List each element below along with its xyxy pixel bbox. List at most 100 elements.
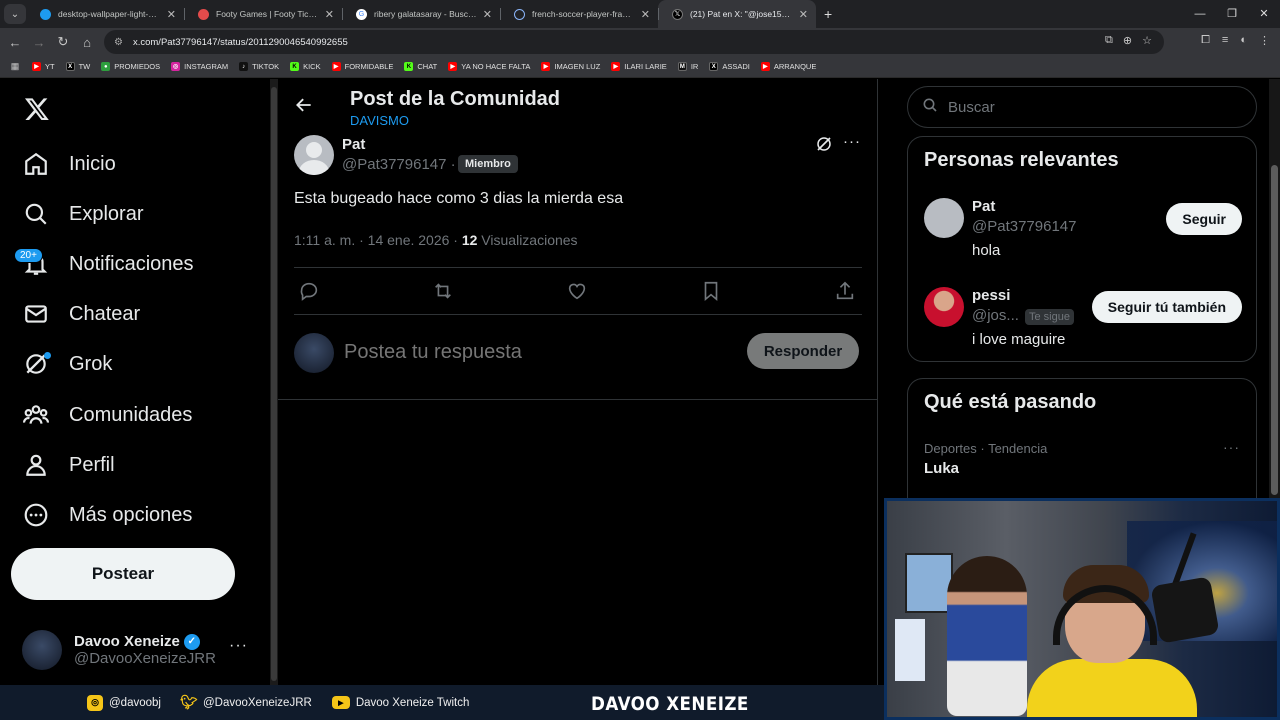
more-options-icon[interactable]: ··· xyxy=(1223,439,1240,455)
tab-title: (21) Pat en X: "@jose154708 Es xyxy=(690,9,793,19)
person-bio: hola xyxy=(972,242,1001,259)
bookmark-item[interactable]: ♪ TIKTOK xyxy=(239,62,279,71)
framed-jersey xyxy=(895,619,925,681)
extensions-icon[interactable]: ⧠ xyxy=(1201,34,1210,47)
post-button[interactable]: Postear xyxy=(11,548,235,600)
share-icon[interactable] xyxy=(834,280,856,302)
bookmark-item[interactable]: ▶ YT xyxy=(32,62,55,71)
reload-icon[interactable]: ↻ xyxy=(51,34,75,50)
account-switcher[interactable]: Davoo Xeneize ✓ @DavooXeneizeJRR ··· xyxy=(22,625,262,675)
nav-label: Grok xyxy=(69,352,113,375)
post-author-handle[interactable]: @Pat37796147 · xyxy=(342,156,456,173)
close-tab-icon[interactable]: ✕ xyxy=(799,8,808,21)
bookmark-item[interactable]: ▶ ARRANQUE xyxy=(760,62,816,71)
install-icon[interactable]: ⧉ xyxy=(1105,34,1113,47)
profile-icon[interactable]: ◐ xyxy=(1240,34,1247,47)
search-box[interactable] xyxy=(907,86,1257,128)
community-link[interactable]: DAVISMO xyxy=(350,113,409,128)
nav-item-perfil[interactable]: Perfil xyxy=(22,445,115,485)
x-logo-icon[interactable] xyxy=(24,96,50,122)
reply-input[interactable] xyxy=(344,341,724,364)
left-scrollbar[interactable] xyxy=(270,79,278,685)
bookmark-label: ILARI LARIE xyxy=(624,62,667,71)
bookmark-label: TW xyxy=(78,62,91,71)
forward-icon[interactable]: → xyxy=(27,35,51,50)
bookmark-star-icon[interactable]: ☆ xyxy=(1142,34,1152,47)
nav-item-grok[interactable]: Grok xyxy=(22,344,112,384)
bookmark-item[interactable]: K CHAT xyxy=(404,62,437,71)
bookmark-label: INSTAGRAM xyxy=(184,62,229,71)
relevant-person[interactable]: Pat @Pat37796147 hola Seguir xyxy=(924,198,1242,259)
microphone xyxy=(1150,576,1220,644)
browser-tab-active[interactable]: 𝕏 (21) Pat en X: "@jose154708 Es ✕ xyxy=(658,0,816,28)
follow-back-button[interactable]: Seguir tú también xyxy=(1091,291,1242,323)
close-tab-icon[interactable]: ✕ xyxy=(641,8,650,21)
nav-item-inicio[interactable]: Inicio xyxy=(22,144,116,184)
search-input[interactable] xyxy=(948,98,1228,116)
home-icon xyxy=(22,150,50,178)
home-icon[interactable]: ⌂ xyxy=(75,35,99,50)
zoom-icon[interactable]: ⊕ xyxy=(1123,34,1132,47)
relevant-people-card: Personas relevantes Pat @Pat37796147 hol… xyxy=(907,136,1257,362)
trend-name[interactable]: Luka xyxy=(924,460,959,477)
bookmark-item[interactable]: ▶ FORMIDABLE xyxy=(331,62,393,71)
url-field[interactable]: ⚙ x.com/Pat37796147/status/2011290046540… xyxy=(104,30,1164,54)
menu-icon[interactable]: ⋮ xyxy=(1259,34,1270,47)
back-arrow-icon[interactable] xyxy=(294,95,314,121)
bookmark-item[interactable]: X TW xyxy=(65,62,91,71)
reply-icon[interactable] xyxy=(298,280,320,302)
views-label: Visualizaciones xyxy=(477,232,578,248)
close-tab-icon[interactable]: ✕ xyxy=(325,8,334,21)
media-icon[interactable]: ≡ xyxy=(1222,34,1228,47)
bookmark-item[interactable]: ● PROMIEDOS xyxy=(101,62,160,71)
minimize-icon[interactable]: — xyxy=(1184,0,1216,28)
apps-grid-icon[interactable]: ▦ xyxy=(8,61,22,72)
new-tab-icon[interactable]: + xyxy=(824,6,832,22)
bookmark-item[interactable]: ◎ INSTAGRAM xyxy=(171,62,228,71)
nav-label: Notificaciones xyxy=(69,252,194,275)
post-timestamp[interactable]: 1:11 a. m. · 14 ene. 2026 · xyxy=(294,232,462,248)
close-tab-icon[interactable]: ✕ xyxy=(483,8,492,21)
close-window-icon[interactable]: ✕ xyxy=(1248,0,1280,28)
bookmark-item[interactable]: ▶ ILARI LARIE xyxy=(611,62,667,71)
browser-tab[interactable]: Footy Games | Footy Tic Tac Toe ✕ xyxy=(184,0,342,28)
scrollbar-thumb[interactable] xyxy=(1271,165,1278,495)
post-author-name[interactable]: Pat xyxy=(342,136,365,153)
more-options-icon[interactable]: ··· xyxy=(229,637,248,655)
browser-tab[interactable]: french-soccer-player-franck-rib ✕ xyxy=(500,0,658,28)
nav-item-mas-opciones[interactable]: Más opciones xyxy=(22,495,192,535)
card-title: Personas relevantes xyxy=(924,149,1119,171)
nav-item-explorar[interactable]: Explorar xyxy=(22,194,143,234)
browser-tab[interactable]: desktop-wallpaper-light-yellow ✕ xyxy=(26,0,184,28)
nav-item-notificaciones[interactable]: 20+ Notificaciones xyxy=(14,244,194,284)
repost-icon[interactable] xyxy=(432,280,454,302)
avatar xyxy=(294,333,334,373)
browser-tab[interactable]: G ribery galatasaray - Buscar con ✕ xyxy=(342,0,500,28)
grok-icon[interactable] xyxy=(815,135,833,158)
nav-item-chatear[interactable]: Chatear xyxy=(22,294,140,334)
close-tab-icon[interactable]: ✕ xyxy=(167,8,176,21)
nav-item-comunidades[interactable]: Comunidades xyxy=(22,395,192,435)
bookmark-label: TIKTOK xyxy=(252,62,280,71)
more-options-icon[interactable]: ··· xyxy=(843,133,861,150)
avatar[interactable] xyxy=(294,135,334,175)
bookmark-item[interactable]: X ASSADI xyxy=(709,62,750,71)
scrollbar-thumb[interactable] xyxy=(271,87,277,681)
restore-icon[interactable]: ❐ xyxy=(1216,0,1248,28)
relevant-person[interactable]: pessi @jos... Te sigue i love maguire Se… xyxy=(924,287,1242,348)
bookmark-icon[interactable] xyxy=(700,280,722,302)
mail-icon xyxy=(22,300,50,328)
tab-search-button[interactable]: ⌄ xyxy=(4,4,26,24)
x-icon: X xyxy=(65,62,75,71)
bookmark-item[interactable]: K KICK xyxy=(290,62,321,71)
bookmark-item[interactable]: ▶ YA NO HACE FALTA xyxy=(448,62,530,71)
reply-composer: Responder xyxy=(294,331,862,375)
back-icon[interactable]: ← xyxy=(3,35,27,50)
site-info-icon[interactable]: ⚙ xyxy=(114,37,123,48)
bookmark-item[interactable]: ▶ IMAGEN LUZ xyxy=(541,62,600,71)
reply-button[interactable]: Responder xyxy=(747,333,859,369)
like-icon[interactable] xyxy=(566,280,588,302)
follow-button[interactable]: Seguir xyxy=(1166,203,1242,235)
social-instagram: ◎ @davoobj xyxy=(87,694,161,711)
bookmark-item[interactable]: M IR xyxy=(677,62,698,71)
